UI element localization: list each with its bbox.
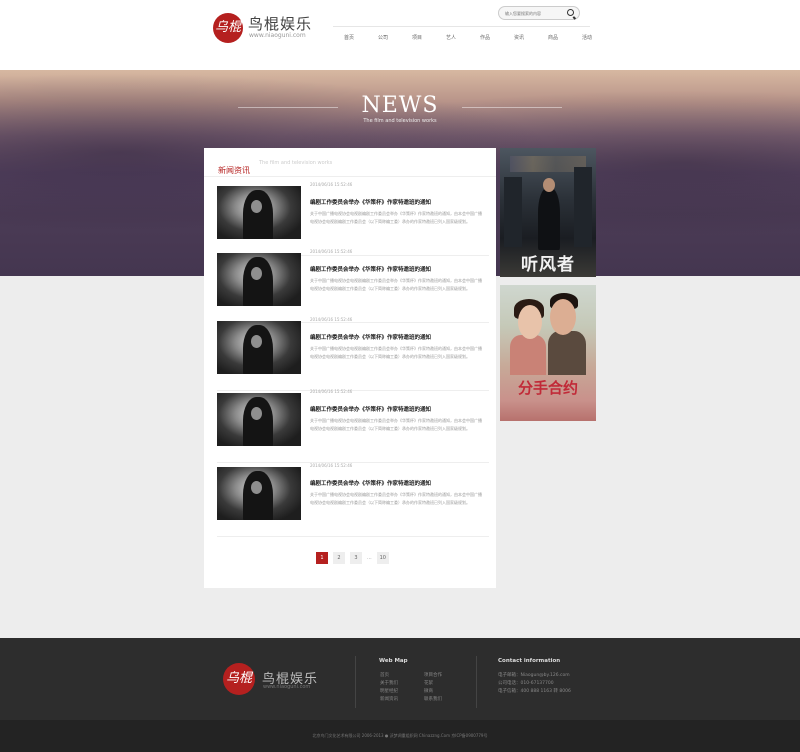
- main-nav: 首页 公司 项目 艺人 作品 资讯 商品 活动: [333, 33, 605, 44]
- news-desc: 关于中国广播电视协会电视剧编剧工作委员会举办《华策杯》作家特邀班的通知，由本会中…: [310, 346, 482, 359]
- copyright-text: 北京鸟门文化艺术有限公司 2006-2013 ● 沃梦凋重组织网 Chinazz…: [312, 733, 488, 738]
- news-date: 2014/06/16 15:52:46: [310, 463, 353, 468]
- footer-divider: [355, 656, 356, 708]
- copyright-bar: 北京鸟门文化艺术有限公司 2006-2013 ● 沃梦凋重组织网 Chinazz…: [0, 720, 800, 752]
- panel-divider: [204, 176, 496, 177]
- news-thumbnail[interactable]: [217, 186, 301, 239]
- nav-divider: [333, 26, 590, 27]
- poster-listener[interactable]: 听风者: [500, 148, 596, 277]
- news-thumbnail[interactable]: [217, 253, 301, 306]
- footer-logo-url: www.niaoguni.com: [263, 684, 311, 690]
- news-title[interactable]: 编剧工作委员会举办《华策杯》作家特邀班的通知: [310, 405, 431, 413]
- footer-link-home[interactable]: 首页: [380, 672, 389, 678]
- news-desc: 关于中国广播电视协会电视剧编剧工作委员会举办《华策杯》作家特邀班的通知，由本会中…: [310, 492, 482, 505]
- footer-link-news[interactable]: 新闻资讯: [380, 696, 398, 702]
- news-date: 2014/06/16 15:52:46: [310, 249, 353, 254]
- news-panel: 新闻资讯 The film and television works 2014/…: [204, 148, 496, 588]
- nav-item-projects[interactable]: 项目: [401, 33, 433, 44]
- nav-item-news[interactable]: 资讯: [503, 33, 535, 44]
- news-item[interactable]: 2014/06/16 15:52:46 编剧工作委员会举办《华策杯》作家特邀班的…: [217, 389, 489, 463]
- site-footer: 乌棍 鸟棍娱乐 www.niaoguni.com Web Map 首页 关于我们…: [0, 638, 800, 720]
- nav-item-products[interactable]: 商品: [537, 33, 569, 44]
- pagination: 1 2 3 ... 10: [316, 552, 394, 564]
- banner-title: NEWS: [361, 93, 439, 118]
- news-item[interactable]: 2014/06/16 15:52:46 编剧工作委员会举办《华策杯》作家特邀班的…: [217, 182, 489, 256]
- panel-subtitle: The film and television works: [259, 160, 333, 166]
- poster-title: 分手合约: [517, 379, 578, 397]
- news-title[interactable]: 编剧工作委员会举办《华策杯》作家特邀班的通知: [310, 198, 431, 206]
- contact-email: 电子邮箱：Niaogun@by.126.com: [498, 673, 570, 678]
- contact-hotline: 电子信箱：400 888 1163 转 8006: [498, 689, 571, 694]
- banner-subtitle: The film and television works: [363, 118, 437, 124]
- news-date: 2014/06/16 15:52:46: [310, 182, 353, 187]
- panel-title: 新闻资讯: [218, 166, 250, 175]
- footer-link-about[interactable]: 关于我们: [380, 680, 398, 686]
- page-button-3[interactable]: 3: [350, 552, 362, 564]
- contact-phone: 公司电话：010-67137700: [498, 681, 554, 686]
- contact-title: Contact information: [498, 658, 561, 664]
- news-desc: 关于中国广播电视协会电视剧编剧工作委员会举办《华策杯》作家特邀班的通知，由本会中…: [310, 211, 482, 224]
- news-title[interactable]: 编剧工作委员会举办《华策杯》作家特邀班的通知: [310, 265, 431, 273]
- nav-item-company[interactable]: 公司: [367, 33, 399, 44]
- footer-link-shop[interactable]: 微商: [424, 688, 433, 694]
- search-box: [498, 6, 580, 20]
- footer-logo-mark-icon: 乌棍: [223, 663, 255, 695]
- panel-header: 新闻资讯 The film and television works: [218, 158, 332, 177]
- footer-link-behind[interactable]: 花絮: [424, 680, 433, 686]
- page-button-2[interactable]: 2: [333, 552, 345, 564]
- news-item[interactable]: 2014/06/16 15:52:46 编剧工作委员会举办《华策杯》作家特邀班的…: [217, 249, 489, 323]
- footer-link-contact[interactable]: 联系我们: [424, 696, 442, 702]
- news-desc: 关于中国广播电视协会电视剧编剧工作委员会举办《华策杯》作家特邀班的通知，由本会中…: [310, 418, 482, 431]
- footer-link-agency[interactable]: 明星经纪: [380, 688, 398, 694]
- logo-mark-icon[interactable]: 乌棍: [213, 13, 243, 43]
- news-thumbnail[interactable]: [217, 467, 301, 520]
- search-icon[interactable]: [567, 9, 574, 16]
- webmap-title: Web Map: [379, 658, 408, 664]
- poster-breakup-contract[interactable]: 分手合约: [500, 285, 596, 421]
- footer-divider: [476, 656, 477, 708]
- page-button-1[interactable]: 1: [316, 552, 328, 564]
- nav-item-home[interactable]: 首页: [333, 33, 365, 44]
- news-title[interactable]: 编剧工作委员会举办《华策杯》作家特邀班的通知: [310, 479, 431, 487]
- page-button-last[interactable]: 10: [376, 552, 389, 564]
- poster-title: 听风者: [521, 255, 575, 275]
- logo-name[interactable]: 鸟棍娱乐: [248, 13, 312, 34]
- news-date: 2014/06/16 15:52:46: [310, 317, 353, 322]
- nav-item-events[interactable]: 活动: [571, 33, 603, 44]
- logo-url: www.niaoguni.com: [249, 32, 306, 39]
- nav-item-artists[interactable]: 艺人: [435, 33, 467, 44]
- news-date: 2014/06/16 15:52:46: [310, 389, 353, 394]
- news-thumbnail[interactable]: [217, 321, 301, 374]
- news-desc: 关于中国广播电视协会电视剧编剧工作委员会举办《华策杯》作家特邀班的通知，由本会中…: [310, 278, 482, 291]
- news-thumbnail[interactable]: [217, 393, 301, 446]
- news-title[interactable]: 编剧工作委员会举办《华策杯》作家特邀班的通知: [310, 333, 431, 341]
- news-item[interactable]: 2014/06/16 15:52:46 编剧工作委员会举办《华策杯》作家特邀班的…: [217, 463, 489, 537]
- page-ellipsis: ...: [367, 555, 372, 561]
- site-header: 乌棍 鸟棍娱乐 www.niaoguni.com 首页 公司 项目 艺人 作品 …: [0, 0, 800, 70]
- search-input[interactable]: [505, 8, 565, 18]
- nav-item-works[interactable]: 作品: [469, 33, 501, 44]
- news-item[interactable]: 2014/06/16 15:52:46 编剧工作委员会举办《华策杯》作家特邀班的…: [217, 317, 489, 391]
- footer-link-projects[interactable]: 项目合作: [424, 672, 442, 678]
